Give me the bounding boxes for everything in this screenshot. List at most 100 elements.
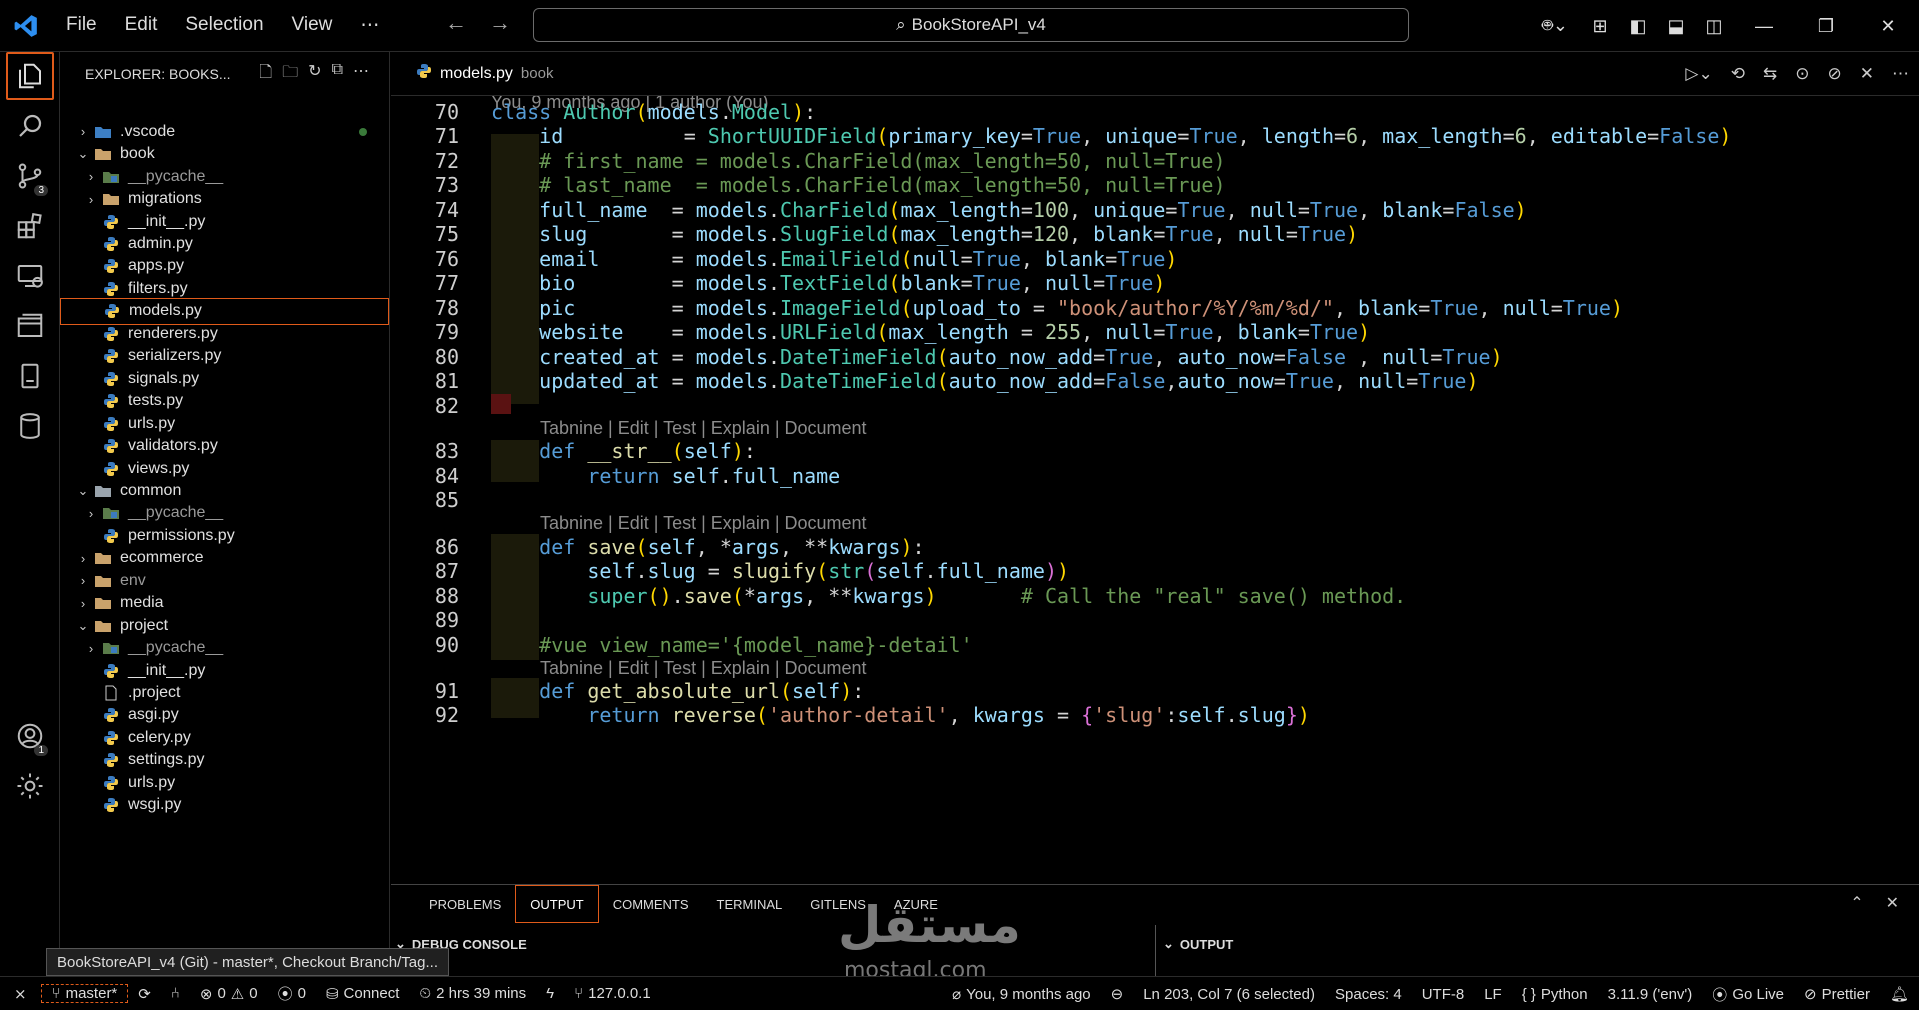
run-icon[interactable]: ▷⌄ [1685,64,1712,84]
toggle-panel-icon[interactable]: ⬓ [1657,16,1695,37]
new-folder-icon[interactable]: 🗀︎ [282,61,298,88]
source-control-icon[interactable]: 3 [6,152,54,200]
menu-edit[interactable]: Edit [111,14,172,37]
collapse-all-icon[interactable]: ⧉ [332,61,343,88]
customize-layout-icon[interactable]: ⊞ [1581,16,1619,37]
code-line: def save(self, *args, **kwargs): [539,535,925,559]
explorer-item-label: asgi.py [128,706,179,724]
back-arrow-icon[interactable]: ← [445,10,467,36]
timeline-icon[interactable]: ⟲ [1731,64,1745,84]
prettier[interactable]: ⊘ Prettier [1794,985,1880,1004]
explorer-item-label: common [120,481,182,499]
python-file-icon [102,236,120,252]
refresh-icon[interactable]: ↻ [308,61,321,88]
indentation[interactable]: Spaces: 4 [1325,986,1412,1003]
tabs-icon[interactable] [6,302,54,350]
accounts-icon[interactable]: 1 [6,712,54,760]
minimize-icon[interactable]: — [1733,16,1795,37]
code-line: slug = models.SlugField(max_length=120, … [539,222,1359,246]
blame-status[interactable]: ⌀ You, 9 months ago [942,985,1101,1004]
problems-status[interactable]: ⊗ 0 ⚠ 0 [190,985,268,1003]
python-file-icon [102,797,120,813]
explorer-item-label: __init__.py [128,661,206,679]
golive-label: Go Live [1732,985,1785,1003]
remote-explorer-icon[interactable] [6,252,54,300]
graph-icon[interactable]: ⑃ [161,985,190,1002]
encoding[interactable]: UTF-8 [1412,986,1475,1003]
pycache-folder-icon [102,505,120,521]
tab-output[interactable]: OUTPUT [515,885,599,923]
connect-status[interactable]: ⛁ Connect [316,985,409,1003]
notifications-bell-icon[interactable]: 🔔︎ [1880,985,1919,1003]
line-number: 87 [434,559,459,583]
server-status[interactable]: ⑂ 127.0.0.1 [564,985,661,1002]
explorer-item-label: views.py [128,459,190,477]
explorer-icon[interactable] [6,52,54,100]
tab-comments[interactable]: COMMENTS [599,885,703,923]
line-number: 92 [434,703,459,727]
search-icon[interactable] [6,102,54,150]
python-file-icon [102,461,120,477]
toggle-sidebar-icon[interactable]: ◧ [1619,16,1657,37]
command-center-label: BookStoreAPI_v4 [911,15,1046,34]
database-icon[interactable] [6,402,54,450]
output-section[interactable]: ⌄ OUTPUT [1163,929,1233,959]
menu-more[interactable]: ⋯ [346,14,393,37]
lightning-icon[interactable]: ϟ [536,985,564,1002]
maximize-panel-icon[interactable]: ⌃ [1850,893,1863,913]
remote-indicator-icon[interactable]: ⨯ [0,985,41,1003]
explorer-sidebar: EXPLORER: BOOKS... 🗋︎ 🗀︎ ↻ ⧉ ⋯ › .vscode ⌄… [60,52,390,976]
python-interpreter[interactable]: 3.11.9 ('env') [1598,986,1703,1003]
device-icon[interactable] [6,352,54,400]
close-icon[interactable]: ✕ [1857,16,1919,37]
cursor-position[interactable]: Ln 203, Col 7 (6 selected) [1133,986,1325,1003]
compare-icon[interactable]: ⇆ [1763,64,1777,84]
code-line: # last_name = models.CharField(max_lengt… [491,173,1226,197]
tab-problems[interactable]: PROBLEMS [415,885,515,923]
connect-label: Connect [343,985,400,1002]
ports-status[interactable]: ⦿ 0 [268,983,316,1004]
next-change-icon[interactable]: ⊘ [1828,64,1842,84]
tab-terminal[interactable]: TERMINAL [703,885,797,923]
zoom-icon[interactable]: ⊖ [1101,985,1134,1003]
codelens[interactable]: Tabnine | Edit | Test | Explain | Docume… [540,513,867,534]
modified-dot [359,127,367,136]
more-actions-icon[interactable]: ⋯ [353,61,369,88]
restore-icon[interactable]: ❐ [1795,16,1857,37]
extensions-icon[interactable] [6,202,54,250]
copilot-icon[interactable]: 🤖︎⌄ [1529,14,1581,39]
folder-icon [102,191,120,207]
menu-view[interactable]: View [278,14,347,37]
activity-bar: 3 1 [0,52,60,976]
previous-change-icon[interactable]: ⊙ [1795,64,1809,84]
end-of-line[interactable]: LF [1474,986,1512,1003]
history-nav: ← → [445,10,511,36]
codelens[interactable]: Tabnine | Edit | Test | Explain | Docume… [540,418,867,439]
folder-icon [94,550,112,566]
code-editor[interactable]: You, 9 months ago | 1 author (You) 70 71 7… [391,96,1919,884]
branch-status[interactable]: ⑂ master* [40,984,129,1003]
gear-icon[interactable] [6,762,54,810]
language-mode[interactable]: { } Python [1512,986,1598,1003]
editor-more-icon[interactable]: ⋯ [1892,64,1909,84]
codelens[interactable]: Tabnine | Edit | Test | Explain | Docume… [540,658,867,679]
chevron-right-icon: › [80,573,86,589]
menu-selection[interactable]: Selection [171,14,277,37]
toggle-secondary-sidebar-icon[interactable]: ◫ [1695,16,1733,37]
time-tracker[interactable]: ⏲ 2 hrs 39 mins [409,985,536,1002]
command-center[interactable]: ⌕ BookStoreAPI_v4 [533,8,1409,42]
chevron-right-icon: › [88,640,94,656]
go-live[interactable]: ⦿ Go Live [1702,984,1794,1005]
explorer-item[interactable]: wsgi.py [60,792,389,820]
branch-tooltip: BookStoreAPI_v4 (Git) - master*, Checkou… [46,948,449,976]
close-panel-icon[interactable]: ✕ [1886,893,1899,913]
tab-models-py[interactable]: models.py book [391,63,553,84]
forward-arrow-icon[interactable]: → [489,10,511,36]
explorer-item-label: media [120,594,164,612]
explorer-item-label: .vscode [120,122,176,140]
new-file-icon[interactable]: 🗋︎ [259,61,272,88]
sync-icon[interactable]: ⟳ [128,985,161,1003]
menu-file[interactable]: File [52,14,111,37]
code-line: bio = models.TextField(blank=True, null=… [539,271,1166,295]
close-all-icon[interactable]: ✕ [1860,64,1874,84]
